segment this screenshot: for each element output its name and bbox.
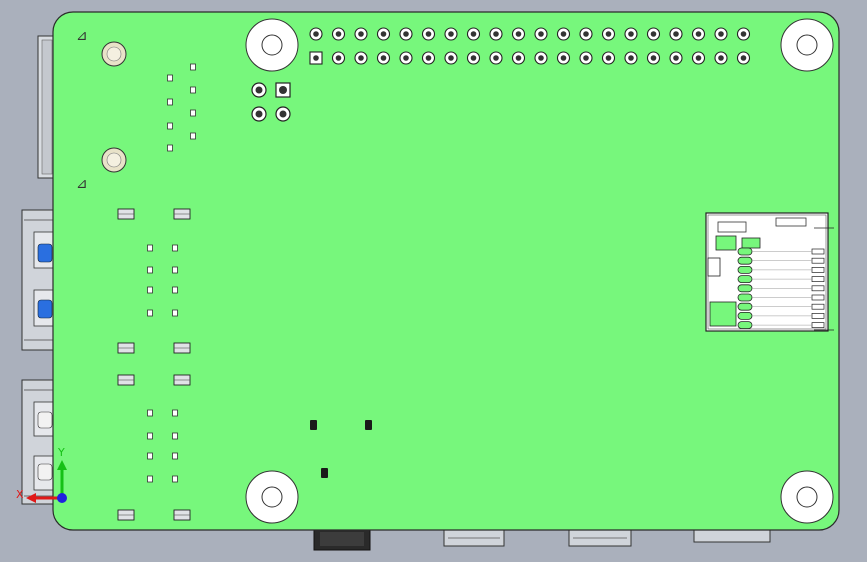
mounting-hole-top-left — [245, 18, 299, 72]
smd-pad — [147, 266, 153, 274]
smd-pad — [147, 475, 153, 483]
hdmi-port-1 — [443, 527, 505, 547]
usb-tab-blue-icon — [37, 243, 53, 263]
smd-pad — [147, 244, 153, 252]
smd-pad — [167, 144, 173, 152]
smd-pad — [172, 266, 178, 274]
silkscreen-marker-top: ⊿ — [76, 28, 88, 44]
smd-pad — [190, 132, 196, 140]
smd-pad — [172, 432, 178, 440]
smd-pad — [147, 309, 153, 317]
smd-pad — [172, 286, 178, 294]
smd-pad — [147, 286, 153, 294]
smd-pad — [167, 74, 173, 82]
cad-scene[interactable]: ⊿ ⊿ Y X — [0, 0, 867, 562]
mounting-hole-top-right — [780, 18, 834, 72]
smd-pad — [172, 475, 178, 483]
smd-pad — [172, 309, 178, 317]
triad-z-axis-icon — [57, 493, 67, 503]
hdmi-port-2 — [568, 527, 632, 547]
usb-tab-blue-icon — [37, 299, 53, 319]
smd-pad — [167, 98, 173, 106]
smd-pad — [147, 452, 153, 460]
mounting-hole-bottom-left — [245, 470, 299, 524]
smd-pad — [190, 63, 196, 71]
smd-pad — [172, 452, 178, 460]
smd-pad — [190, 86, 196, 94]
smd-pad — [190, 109, 196, 117]
triad-x-label: X — [16, 488, 24, 501]
mounting-hole-bottom-right — [780, 470, 834, 524]
smd-pad — [167, 122, 173, 130]
triad-y-label: Y — [57, 446, 65, 459]
silkscreen-marker-bottom: ⊿ — [76, 176, 88, 192]
smd-pad — [147, 432, 153, 440]
smd-pad — [147, 409, 153, 417]
cad-viewport[interactable]: ⊿ ⊿ Y X — [0, 0, 867, 562]
sd-card-slot — [705, 212, 834, 332]
smd-pad — [172, 409, 178, 417]
smd-pad — [172, 244, 178, 252]
